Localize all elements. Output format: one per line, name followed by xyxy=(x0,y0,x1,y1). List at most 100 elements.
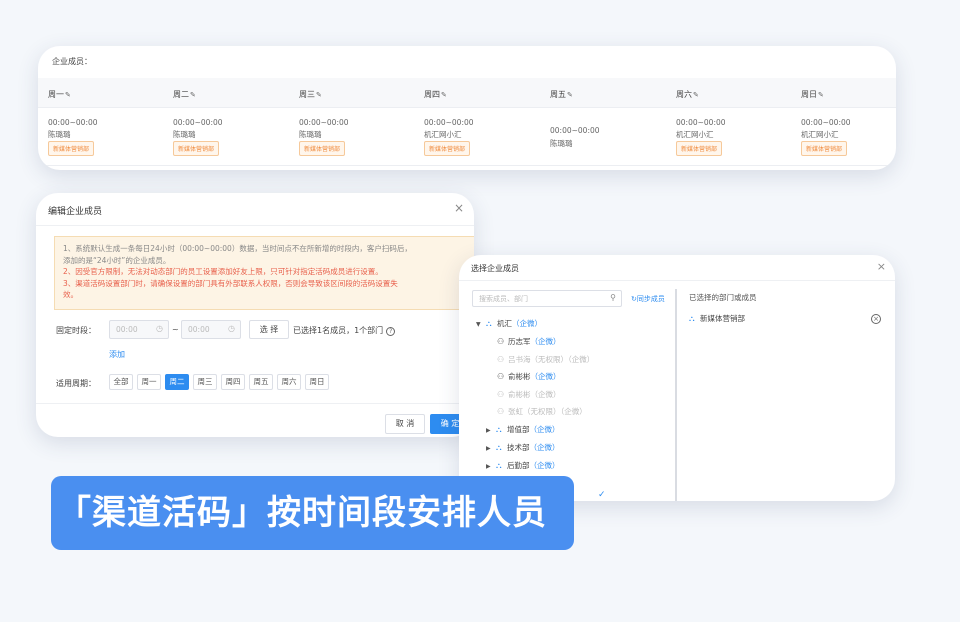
range-separator: ~ xyxy=(172,325,179,334)
pencil-icon[interactable]: ✎ xyxy=(65,91,71,99)
org-tree-icon: ⛬ xyxy=(689,314,695,323)
select-member-button[interactable]: 选 择 xyxy=(249,320,289,339)
schedule-cell: 00:00~00:00 陈璐璐 新媒体营销部 xyxy=(289,108,414,165)
cycle-all-button[interactable]: 全部 xyxy=(109,374,133,390)
cell-person: 机汇网小汇 xyxy=(801,130,839,139)
day-header-thu[interactable]: 周四✎ xyxy=(414,78,539,107)
pencil-icon[interactable]: ✎ xyxy=(190,91,196,99)
clock-icon: ◷ xyxy=(228,324,235,333)
cell-time: 00:00~00:00 xyxy=(424,118,474,127)
end-time-placeholder: 00:00 xyxy=(188,325,210,334)
panel-divider[interactable] xyxy=(675,289,677,501)
pencil-icon[interactable]: ✎ xyxy=(693,91,699,99)
tree-node-org[interactable]: ▶ ⛬ 增值部（企微） xyxy=(486,424,560,435)
tree-node-person[interactable]: ⚇ 历志军（企微） xyxy=(497,336,561,347)
day-label: 周四 xyxy=(424,90,440,99)
cell-person: 陈璐璐 xyxy=(48,130,71,139)
start-time-input[interactable]: 00:00 ◷ xyxy=(109,320,169,339)
pencil-icon[interactable]: ✎ xyxy=(316,91,322,99)
tree-node-person: ⚇ 张虹（无权限）（企微） xyxy=(497,406,587,417)
cycle-fri-button[interactable]: 周五 xyxy=(249,374,273,390)
node-name: 张虹（无权限） xyxy=(508,407,561,416)
schedule-card: 企业成员： 周一✎ 周二✎ 周三✎ 周四✎ 周五✎ 周六✎ 周日✎ 00:00~… xyxy=(38,46,896,170)
cycle-thu-button[interactable]: 周四 xyxy=(221,374,245,390)
cell-time: 00:00~00:00 xyxy=(676,118,726,127)
cell-time: 00:00~00:00 xyxy=(173,118,223,127)
dialog-title: 选择企业成员 xyxy=(471,264,519,273)
cycle-sun-button[interactable]: 周日 xyxy=(305,374,329,390)
end-time-input[interactable]: 00:00 ◷ xyxy=(181,320,241,339)
search-placeholder: 搜索成员、部门 xyxy=(479,295,528,303)
day-header-tue[interactable]: 周二✎ xyxy=(163,78,288,107)
expand-arrow-icon[interactable]: ▶ xyxy=(486,445,496,452)
check-icon: ✓ xyxy=(598,490,606,500)
org-tree-icon: ⛬ xyxy=(486,319,492,328)
node-name: 历志军 xyxy=(508,337,531,346)
schedule-header-row: 周一✎ 周二✎ 周三✎ 周四✎ 周五✎ 周六✎ 周日✎ xyxy=(38,78,896,108)
org-tree-icon: ⛬ xyxy=(496,425,502,434)
start-time-placeholder: 00:00 xyxy=(116,325,138,334)
tree-node-org[interactable]: ▼ ⛬ 机汇（企微） xyxy=(476,318,542,329)
day-header-sun[interactable]: 周日✎ xyxy=(791,78,896,107)
close-icon[interactable]: × xyxy=(877,260,886,273)
cell-person: 陈璐璐 xyxy=(173,130,196,139)
notice-line: 2、因受官方限制，无法对动态部门的员工设置添加好友上限，只可针对指定活码成员进行… xyxy=(63,267,383,276)
pencil-icon[interactable]: ✎ xyxy=(441,91,447,99)
pencil-icon[interactable]: ✎ xyxy=(818,91,824,99)
node-tag: （企微） xyxy=(529,425,560,434)
schedule-cell: 00:00~00:00 陈璐璐 新媒体营销部 xyxy=(38,108,163,165)
notice-line: 3、渠道活码设置部门时，请确保设置的部门具有外部联系人权限，否则会导致该区间段的… xyxy=(63,278,398,288)
schedule-title: 企业成员： xyxy=(52,57,92,66)
day-header-sat[interactable]: 周六✎ xyxy=(666,78,791,107)
org-tree-icon: ⛬ xyxy=(496,461,502,470)
help-icon[interactable]: ? xyxy=(386,327,396,336)
notice-line: 添加的是“24小时”的企业成员。 xyxy=(63,255,171,265)
dialog-header: 编辑企业成员 × xyxy=(36,193,474,226)
day-header-fri[interactable]: 周五✎ xyxy=(540,78,665,107)
fixed-period-label: 固定时段： xyxy=(56,326,96,335)
node-name: 技术部 xyxy=(507,443,530,452)
user-icon: ⚇ xyxy=(497,355,505,364)
node-tag: （企微） xyxy=(530,390,561,399)
tree-node-person[interactable]: ⚇ 俞彬彬（企微） xyxy=(497,371,561,382)
notice-box: 1、系统默认生成一条每日24小时（00:00~00:00）数据，当时间点不在所新… xyxy=(54,236,474,310)
expand-arrow-icon[interactable]: ▶ xyxy=(486,427,496,434)
selected-item-name: 新媒体营销部 xyxy=(700,314,745,323)
node-name: 俞彬彬 xyxy=(508,390,531,399)
expand-arrow-icon[interactable]: ▼ xyxy=(476,321,486,328)
add-link[interactable]: 添加 xyxy=(109,349,125,360)
cycle-label: 适用周期： xyxy=(56,379,96,388)
search-icon[interactable]: ⚲ xyxy=(610,293,616,302)
cycle-tue-button[interactable]: 周二 xyxy=(165,374,189,390)
node-name: 后勤部 xyxy=(507,461,530,470)
cancel-button[interactable]: 取 消 xyxy=(385,414,425,434)
sync-members-button[interactable]: ↻同步成员 xyxy=(631,294,665,304)
search-input[interactable]: 搜索成员、部门 ⚲ xyxy=(472,290,622,307)
notice-line: 效。 xyxy=(63,290,78,299)
department-tag: 新媒体营销部 xyxy=(173,141,220,156)
close-icon[interactable]: × xyxy=(454,201,464,215)
day-header-wed[interactable]: 周三✎ xyxy=(289,78,414,107)
cycle-mon-button[interactable]: 周一 xyxy=(137,374,161,390)
schedule-cell: 00:00~00:00 陈璐璐 新媒体营销部 xyxy=(163,108,288,165)
node-name: 机汇 xyxy=(497,319,512,328)
org-tree-icon: ⛬ xyxy=(496,443,502,452)
node-name: 增值部 xyxy=(507,425,530,434)
node-tag: （企微） xyxy=(568,355,595,364)
remove-icon[interactable]: × xyxy=(871,314,881,324)
tree-node-org[interactable]: ▶ ⛬ 技术部（企微） xyxy=(486,442,560,453)
selected-info-text: 已选择1名成员，1个部门 xyxy=(293,326,384,335)
cycle-wed-button[interactable]: 周三 xyxy=(193,374,217,390)
department-tag: 新媒体营销部 xyxy=(424,141,471,156)
cell-person: 陈璐璐 xyxy=(550,139,573,148)
dialog-header: 选择企业成员 × xyxy=(459,255,895,281)
day-label: 周二 xyxy=(173,90,189,99)
pencil-icon[interactable]: ✎ xyxy=(567,91,573,99)
cycle-sat-button[interactable]: 周六 xyxy=(277,374,301,390)
node-tag: （企微） xyxy=(512,319,542,328)
selected-info: 已选择1名成员，1个部门? xyxy=(293,325,396,336)
day-header-mon[interactable]: 周一✎ xyxy=(38,78,163,107)
expand-arrow-icon[interactable]: ▶ xyxy=(486,463,496,470)
tree-node-org[interactable]: ▶ ⛬ 后勤部（企微） xyxy=(486,460,560,471)
selected-item: ⛬ 新媒体营销部 xyxy=(689,313,745,324)
